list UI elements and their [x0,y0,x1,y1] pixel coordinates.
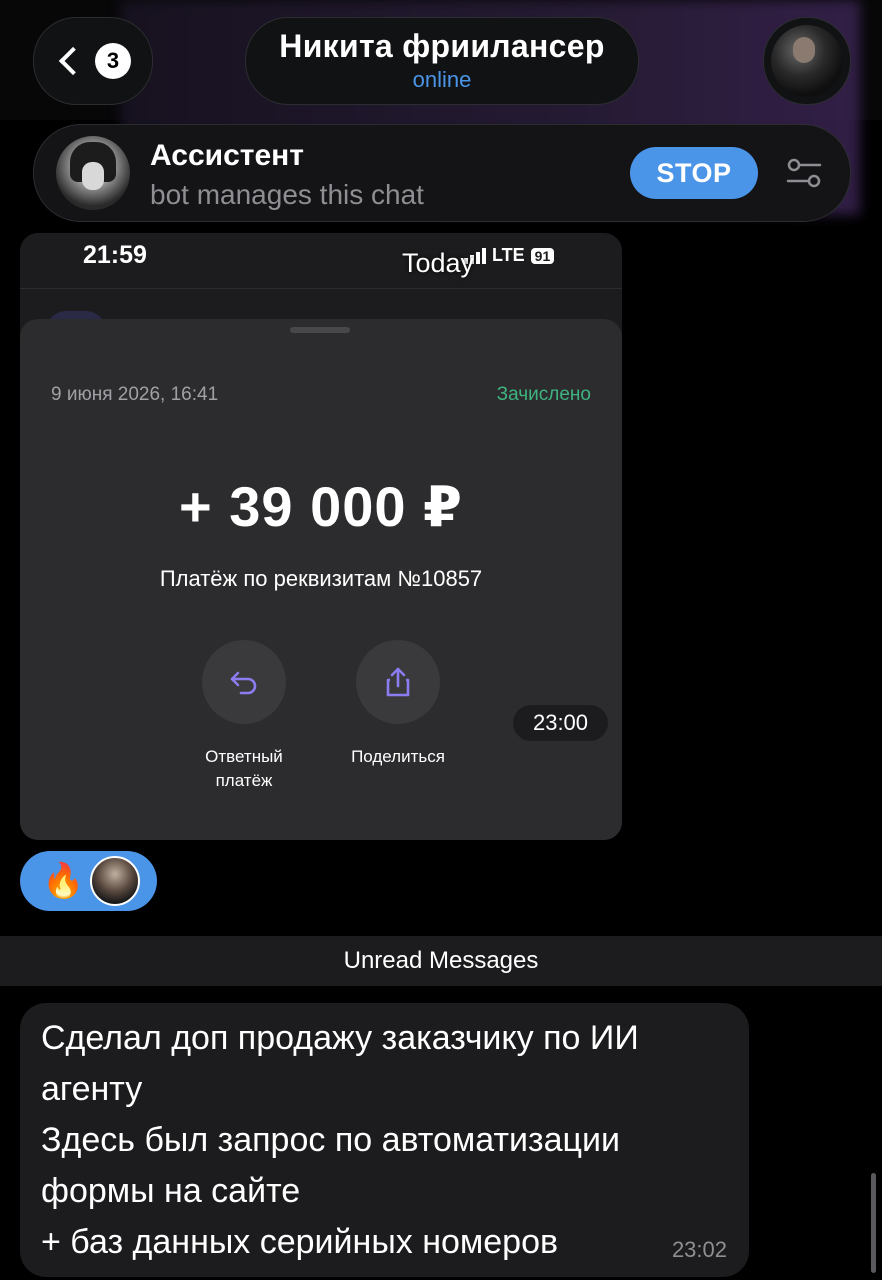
phone-status-bar: 21:59 LTE 91 [20,233,622,288]
network-type: LTE [492,245,525,265]
message-line: агенту [41,1070,143,1108]
payment-description: Платёж по реквизитам №10857 [159,566,483,591]
sheet-handle [290,327,350,333]
reply-icon [230,671,257,695]
reply-payment-label: Ответный платёж [182,745,306,793]
divider [20,288,622,289]
chevron-left-icon [58,46,88,76]
text-message[interactable]: Сделал доп продажу заказчику по ИИ агент… [20,1003,749,1277]
contact-avatar[interactable] [763,17,851,105]
unread-divider: Unread Messages [0,936,882,986]
reply-label-line1: Ответный [205,747,283,766]
phone-status-icons: LTE 91 [464,245,555,266]
sliders-icon[interactable] [786,155,822,191]
reply-payment-button [202,640,286,724]
assistant-avatar [56,136,130,210]
reactor-avatar [90,856,140,906]
fire-icon: 🔥 [42,862,85,900]
contact-avatar-image [771,25,843,97]
back-button[interactable]: 3 [33,17,153,105]
phone-time: 21:59 [83,241,147,269]
stop-button[interactable]: STOP [630,147,758,199]
share-icon [386,667,410,697]
payment-date: 9 июня 2026, 16:41 [51,384,219,405]
message-line: Здесь был запрос по автоматизации [41,1121,620,1159]
message-timestamp: 23:02 [671,1237,727,1262]
reply-label-line2: платёж [215,771,273,790]
online-status: online [412,67,472,92]
battery-level: 91 [530,247,555,264]
message-line: Сделал доп продажу заказчику по ИИ [41,1019,639,1057]
scrollbar[interactable] [871,1173,876,1273]
share-button [356,640,440,724]
message-line: формы на сайте [41,1172,301,1210]
message-time: 23:00 [513,705,608,741]
assistant-subtitle: bot manages this chat [150,179,424,210]
unread-count-badge: 3 [95,43,131,79]
assistant-bar: Ассистент bot manages this chat STOP [33,124,851,222]
assistant-name: Ассистент [150,139,304,172]
chat-screen: 3 Никита фриилансер online Ассистент bot… [0,0,882,1280]
chat-title[interactable]: Никита фриилансер online [245,17,639,105]
chat-name: Никита фриилансер [279,28,605,64]
payment-amount: + 39 000 ₽ [178,475,464,538]
message-body: Сделал доп продажу заказчику по ИИ агент… [41,1013,741,1268]
payment-status: Зачислено [496,384,591,405]
reaction-pill[interactable]: 🔥 [20,851,157,911]
image-message[interactable]: 21:59 LTE 91 9 июня 2026, 16:41 Зачислен… [20,233,622,840]
message-line: + баз данных серийных номеров [41,1223,559,1261]
date-overlay: Today [402,248,475,278]
share-label: Поделиться [351,747,445,766]
payment-sheet: 9 июня 2026, 16:41 Зачислено + 39 000 ₽ … [20,319,622,840]
